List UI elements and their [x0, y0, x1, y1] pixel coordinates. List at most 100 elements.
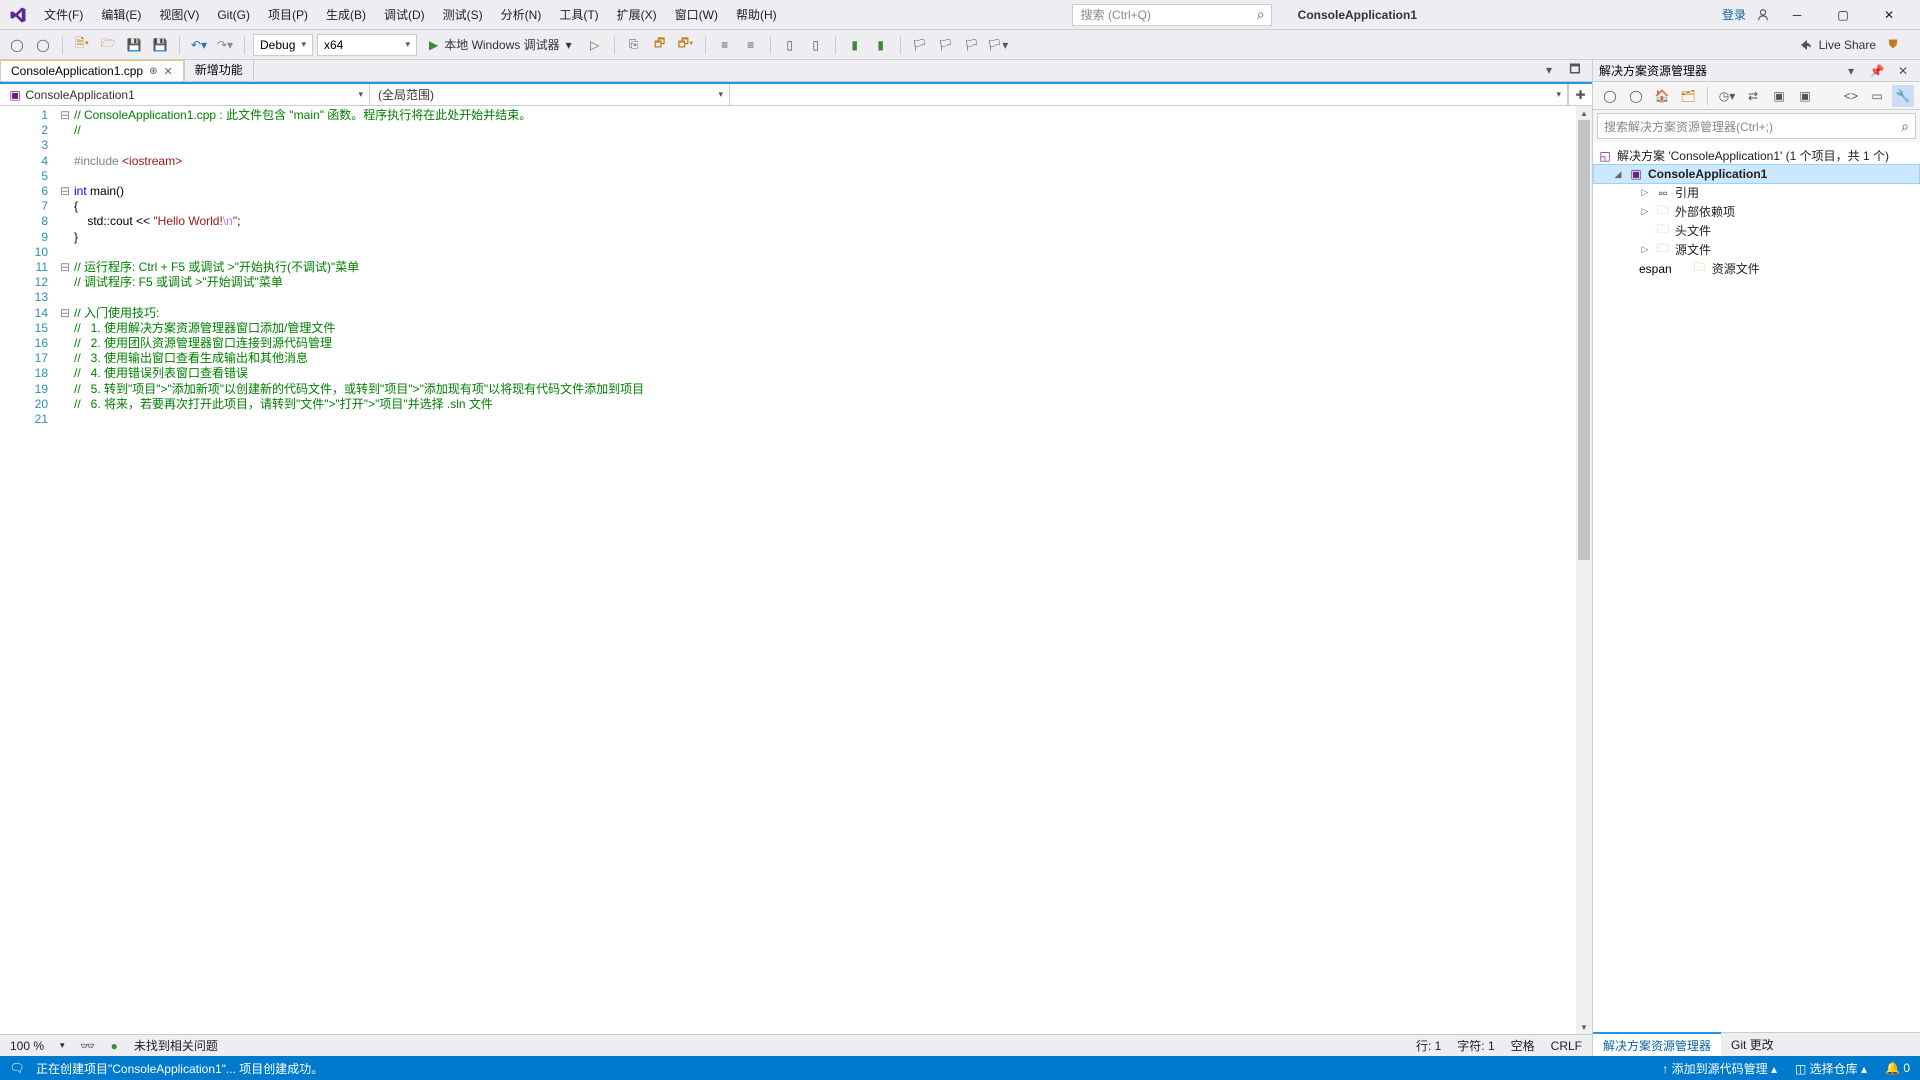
- scope-global-dropdown[interactable]: (全局范围): [370, 84, 730, 105]
- output-icon[interactable]: 🗨: [10, 1061, 24, 1075]
- bookmark-icon[interactable]: 🏳: [909, 34, 931, 56]
- sol-wrench-icon[interactable]: 🔧: [1892, 85, 1914, 107]
- outdent-icon[interactable]: ≡: [740, 34, 762, 56]
- run-button[interactable]: 本地 Windows 调试器 ▾: [421, 34, 580, 55]
- expand-icon[interactable]: ▷: [1639, 206, 1651, 217]
- pin-icon[interactable]: ⊕: [149, 66, 157, 77]
- comment-icon[interactable]: ▮: [844, 34, 866, 56]
- scroll-thumb[interactable]: [1578, 120, 1590, 560]
- close-button[interactable]: ✕: [1866, 3, 1912, 27]
- menu-debug[interactable]: 调试(D): [382, 3, 427, 26]
- tab-solution-explorer[interactable]: 解决方案资源管理器: [1593, 1032, 1721, 1056]
- menu-test[interactable]: 测试(S): [441, 3, 485, 26]
- undo-icon[interactable]: ↶▾: [188, 34, 210, 56]
- vertical-scrollbar[interactable]: ▲ ▼: [1576, 106, 1592, 1034]
- menu-window[interactable]: 窗口(W): [673, 3, 720, 26]
- new-window-icon[interactable]: 🗗: [649, 34, 671, 56]
- sol-home2-icon[interactable]: 🏠: [1651, 85, 1673, 107]
- save-all-icon[interactable]: 💾: [149, 34, 171, 56]
- sol-home-icon[interactable]: ◯: [1599, 85, 1621, 107]
- sol-switch-icon[interactable]: 🗂: [1677, 85, 1699, 107]
- tree-solution-root[interactable]: ◱ 解决方案 'ConsoleApplication1' (1 个项目，共 1 …: [1593, 146, 1920, 165]
- fold-gutter[interactable]: ⊟ ⊟ ⊟ ⊟: [58, 106, 72, 1034]
- expand-icon[interactable]: ▷: [1639, 187, 1651, 198]
- code-body[interactable]: // ConsoleApplication1.cpp : 此文件包含 "main…: [72, 106, 1576, 1034]
- notifications-button[interactable]: 🔔 0: [1885, 1061, 1910, 1075]
- close-tab-icon[interactable]: ✕: [163, 65, 172, 78]
- line-ending[interactable]: CRLF: [1551, 1039, 1582, 1053]
- menu-build[interactable]: 生成(B): [324, 3, 368, 26]
- step-icon[interactable]: ⎘: [623, 34, 645, 56]
- scope-project-dropdown[interactable]: ▣ ConsoleApplication1: [0, 84, 370, 105]
- save-icon[interactable]: 💾: [123, 34, 145, 56]
- menu-help[interactable]: 帮助(H): [734, 3, 779, 26]
- menu-view[interactable]: 视图(V): [157, 3, 201, 26]
- glasses-icon[interactable]: 👓: [81, 1039, 95, 1053]
- scroll-down-icon[interactable]: ▼: [1576, 1020, 1592, 1034]
- tab-active-file[interactable]: ConsoleApplication1.cpp ⊕ ✕: [0, 60, 184, 81]
- admin-icon[interactable]: ⛊: [1882, 34, 1904, 56]
- sol-refresh-icon[interactable]: ◷▾: [1716, 85, 1738, 107]
- solution-search-input[interactable]: 搜索解决方案资源管理器(Ctrl+;): [1597, 113, 1916, 139]
- menu-tools[interactable]: 工具(T): [557, 3, 600, 26]
- new-file-icon[interactable]: 🗎▾: [71, 34, 93, 56]
- close-panel-icon[interactable]: ✕: [1892, 60, 1914, 82]
- tree-item-external[interactable]: ▷ 🗀 外部依赖项: [1593, 202, 1920, 221]
- menu-analyze[interactable]: 分析(N): [499, 3, 544, 26]
- menu-extensions[interactable]: 扩展(X): [615, 3, 659, 26]
- menu-project[interactable]: 项目(P): [266, 3, 310, 26]
- code-area[interactable]: 123456789101112131415161718192021 ⊟ ⊟ ⊟ …: [0, 106, 1592, 1034]
- platform-dropdown[interactable]: x64: [317, 34, 417, 56]
- zoom-dropdown-icon[interactable]: ▾: [60, 1040, 65, 1051]
- redo-icon[interactable]: ↷▾: [214, 34, 236, 56]
- tree-item-source[interactable]: ▷ 🗀 源文件: [1593, 240, 1920, 259]
- sol-code-icon[interactable]: <>: [1840, 85, 1862, 107]
- scroll-up-icon[interactable]: ▲: [1576, 106, 1592, 120]
- tab-dropdown-icon[interactable]: ▾: [1538, 60, 1560, 81]
- nav-fwd-icon[interactable]: ◯: [32, 34, 54, 56]
- bookmark2-icon[interactable]: 🏳: [935, 34, 957, 56]
- sol-collapse-icon[interactable]: ▣: [1768, 85, 1790, 107]
- split-icon[interactable]: 🗗▾: [675, 34, 697, 56]
- login-link[interactable]: 登录: [1722, 6, 1746, 23]
- repo-button[interactable]: ◫ 选择仓库 ▴: [1795, 1060, 1867, 1077]
- tab-window-icon[interactable]: 🗖: [1564, 60, 1586, 81]
- expand-icon[interactable]: ▷: [1639, 244, 1651, 255]
- menu-edit[interactable]: 编辑(E): [99, 3, 143, 26]
- user-icon[interactable]: [1752, 4, 1774, 26]
- sol-showall-icon[interactable]: ▣: [1794, 85, 1816, 107]
- run-no-debug-icon[interactable]: ▷: [584, 34, 606, 56]
- toggle2-icon[interactable]: ▯: [805, 34, 827, 56]
- issues-text[interactable]: 未找到相关问题: [134, 1037, 218, 1054]
- tab-whatsnew[interactable]: 新增功能: [184, 60, 254, 81]
- liveshare-button[interactable]: Live Share ⛊: [1797, 34, 1914, 56]
- menu-git[interactable]: Git(G): [215, 5, 252, 25]
- bookmark3-icon[interactable]: 🏳: [961, 34, 983, 56]
- expand-icon[interactable]: ◢: [1612, 169, 1624, 180]
- tree-item-references[interactable]: ▷ ▫▫ 引用: [1593, 183, 1920, 202]
- pin-panel-icon[interactable]: 📌: [1866, 60, 1888, 82]
- sol-preview-icon[interactable]: ▭: [1866, 85, 1888, 107]
- split-editor-button[interactable]: ✚: [1568, 84, 1592, 105]
- search-input[interactable]: 搜索 (Ctrl+Q): [1072, 4, 1272, 26]
- nav-back-icon[interactable]: ◯: [6, 34, 28, 56]
- sol-back-icon[interactable]: ◯: [1625, 85, 1647, 107]
- indent-type[interactable]: 空格: [1511, 1037, 1535, 1054]
- uncomment-icon[interactable]: ▮: [870, 34, 892, 56]
- panel-dropdown-icon[interactable]: ▾: [1840, 60, 1862, 82]
- scope-member-dropdown[interactable]: [730, 84, 1568, 105]
- indent-icon[interactable]: ≡: [714, 34, 736, 56]
- open-icon[interactable]: 🗁: [97, 34, 119, 56]
- scm-button[interactable]: ↑ 添加到源代码管理 ▴: [1662, 1060, 1777, 1077]
- tree-project[interactable]: ◢ ▣ ConsoleApplication1: [1593, 164, 1920, 184]
- config-dropdown[interactable]: Debug: [253, 34, 313, 56]
- toggle1-icon[interactable]: ▯: [779, 34, 801, 56]
- tab-git-changes[interactable]: Git 更改: [1721, 1033, 1784, 1056]
- tree-item-headers[interactable]: 🗀 头文件: [1593, 221, 1920, 240]
- tree-item-resources[interactable]: espan 🗀 资源文件: [1593, 259, 1920, 278]
- sol-sync-icon[interactable]: ⇄: [1742, 85, 1764, 107]
- maximize-button[interactable]: ▢: [1820, 3, 1866, 27]
- minimize-button[interactable]: ─: [1774, 3, 1820, 27]
- menu-file[interactable]: 文件(F): [42, 3, 85, 26]
- bookmark4-icon[interactable]: 🏳▾: [987, 34, 1009, 56]
